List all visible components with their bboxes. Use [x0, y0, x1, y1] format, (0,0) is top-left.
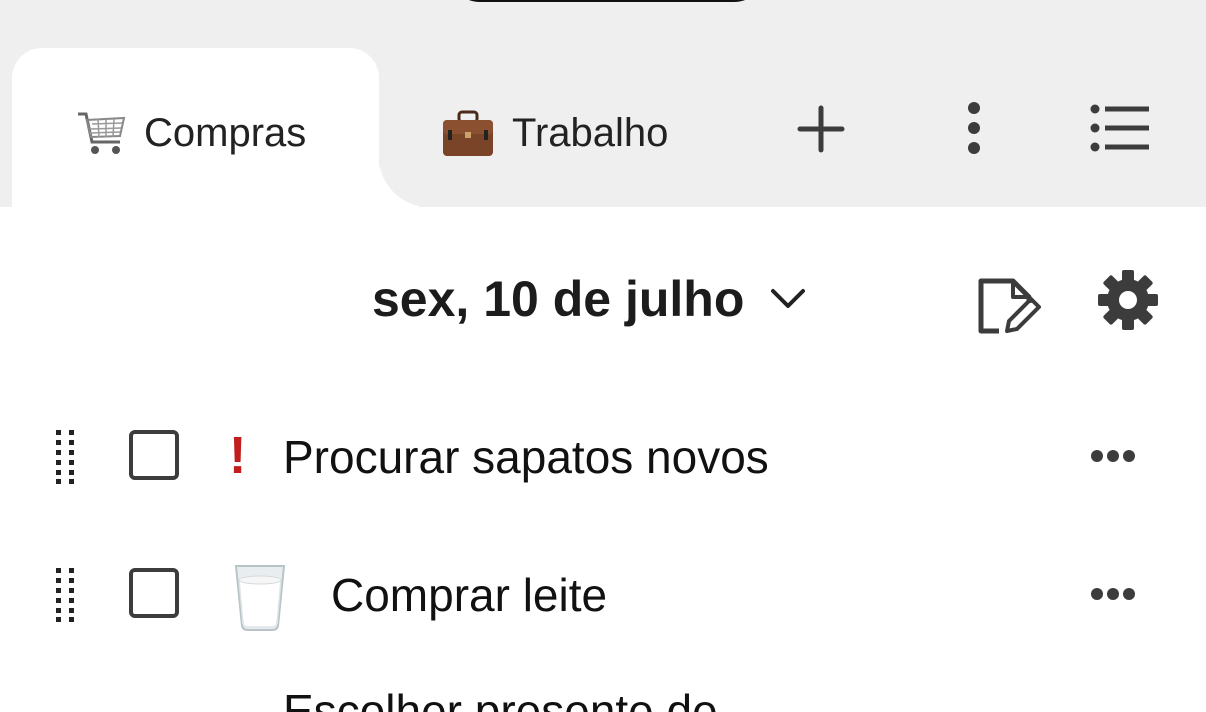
tab-trabalho[interactable]: Trabalho	[440, 106, 668, 160]
date-label: sex, 10 de julho	[372, 271, 745, 327]
shopping-cart-icon	[74, 106, 128, 160]
settings-button[interactable]	[1096, 268, 1160, 332]
more-options-button[interactable]	[956, 100, 992, 156]
briefcase-icon	[440, 106, 496, 160]
task-checkbox[interactable]	[129, 568, 179, 618]
tab-label: Compras	[144, 110, 307, 155]
edit-note-icon	[978, 278, 1041, 334]
task-row[interactable]: Comprar leite	[0, 544, 1206, 644]
milk-glass-icon	[232, 562, 288, 641]
date-selector[interactable]: sex, 10 de julho	[372, 270, 806, 328]
gear-icon	[1098, 270, 1158, 330]
chevron-down-icon	[771, 289, 806, 308]
task-title[interactable]: Procurar sapatos novos	[283, 430, 769, 484]
add-list-button[interactable]	[796, 104, 846, 154]
task-checkbox[interactable]	[129, 430, 179, 480]
task-title[interactable]: Escolher presente de	[283, 684, 718, 712]
tab-label: Trabalho	[512, 110, 669, 155]
tab-bar: Compras Trabalho	[0, 0, 1206, 218]
task-title[interactable]: Comprar leite	[331, 568, 607, 622]
list-icon	[1090, 104, 1149, 152]
lists-button[interactable]	[1088, 102, 1152, 154]
drag-handle-icon[interactable]	[55, 430, 77, 484]
more-horizontal-icon[interactable]	[1090, 449, 1136, 463]
more-horizontal-icon[interactable]	[1090, 587, 1136, 601]
device-notch	[448, 0, 766, 2]
task-row[interactable]: Escolher presente de	[0, 680, 1206, 712]
plus-icon	[797, 105, 845, 153]
tab-compras[interactable]: Compras	[74, 106, 306, 160]
vertical-dots-icon	[968, 102, 980, 154]
priority-mark: !	[229, 427, 247, 485]
drag-handle-icon[interactable]	[55, 568, 77, 622]
task-row[interactable]: ! Procurar sapatos novos	[0, 406, 1206, 506]
edit-button[interactable]	[972, 272, 1044, 338]
